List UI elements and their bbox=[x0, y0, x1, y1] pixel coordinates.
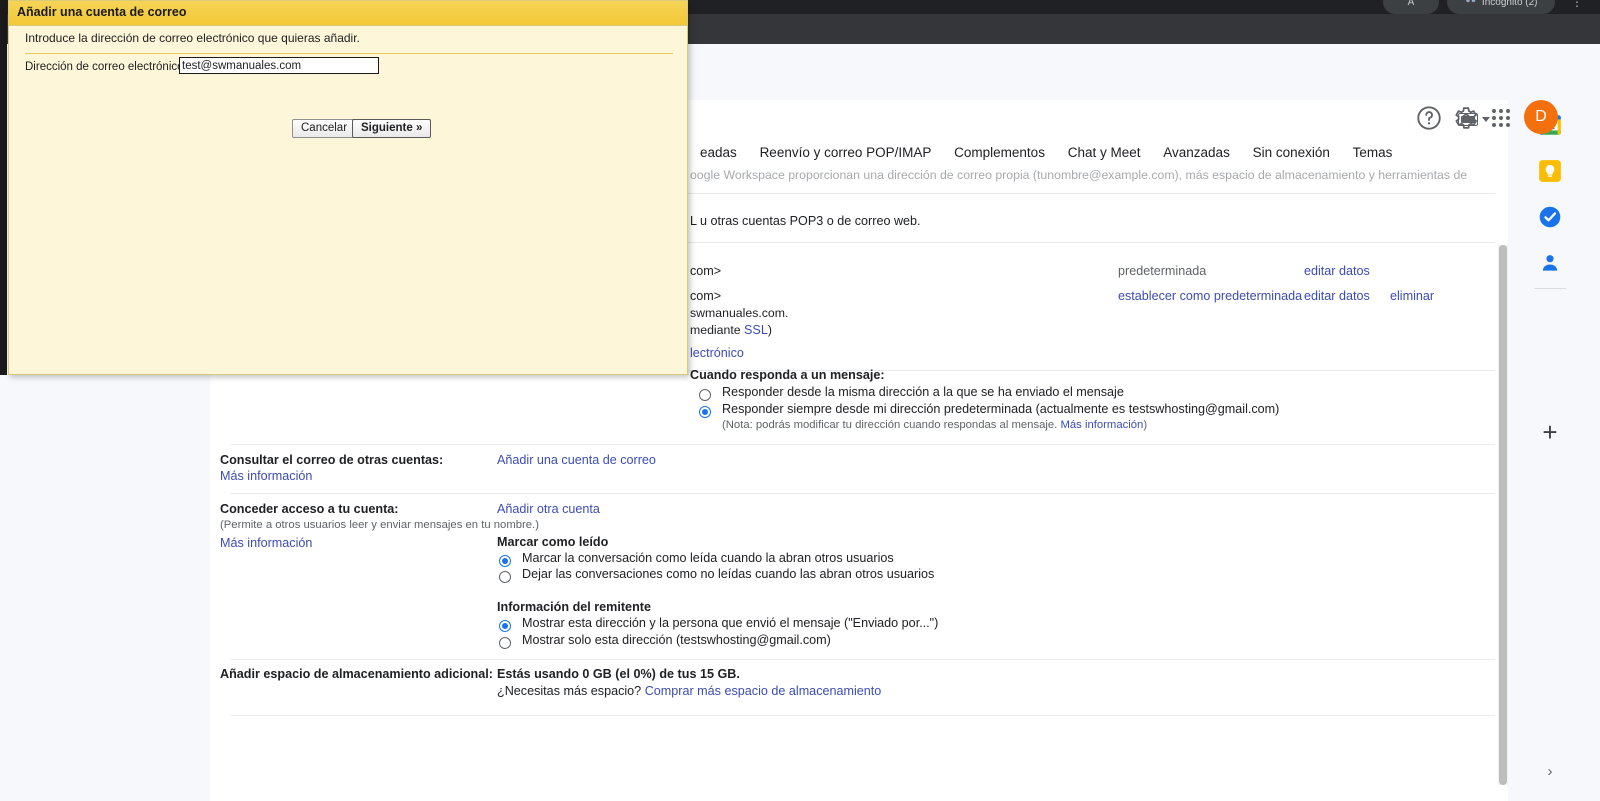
pop3-description-text: L u otras cuentas POP3 o de correo web. bbox=[690, 214, 921, 228]
tab-chat-y-meet[interactable]: Chat y Meet bbox=[1068, 142, 1141, 164]
sender-info-option-0-label[interactable]: Mostrar esta dirección y la persona que … bbox=[522, 616, 938, 630]
side-panel-expand-button[interactable]: › bbox=[1538, 760, 1562, 784]
buy-storage-link[interactable]: Comprar más espacio de almacenamiento bbox=[645, 684, 882, 698]
avatar[interactable]: D bbox=[1524, 100, 1558, 134]
mark-read-option-1-radio[interactable] bbox=[499, 571, 511, 583]
gear-icon[interactable] bbox=[1451, 104, 1479, 132]
popup-titlebar[interactable]: Añadir una cuenta de correo bbox=[9, 1, 687, 26]
side-panel-divider bbox=[1534, 288, 1566, 289]
browser-profile-pill[interactable]: A bbox=[1383, 0, 1439, 14]
tab-temas[interactable]: Temas bbox=[1353, 142, 1393, 164]
email-field-label: Dirección de correo electrónico: bbox=[25, 61, 187, 73]
grant-access-note: (Permite a otros usuarios leer y enviar … bbox=[220, 519, 539, 531]
add-another-email-link[interactable]: lectrónico bbox=[690, 346, 744, 360]
check-other-mail-more-link[interactable]: Más información bbox=[220, 469, 312, 483]
add-another-account-link[interactable]: Añadir otra cuenta bbox=[497, 502, 600, 516]
add-mail-account-popup: Añadir una cuenta de correo Introduce la… bbox=[8, 0, 688, 375]
mark-read-option-1-label[interactable]: Dejar las conversaciones como no leídas … bbox=[522, 567, 934, 581]
add-mail-account-link[interactable]: Añadir una cuenta de correo bbox=[497, 453, 656, 467]
tab-avanzadas[interactable]: Avanzadas bbox=[1163, 142, 1230, 164]
grant-access-label: Conceder acceso a tu cuenta: bbox=[220, 502, 399, 516]
tab-reenvio-pop-imap[interactable]: Reenvío y correo POP/IMAP bbox=[760, 142, 932, 164]
mark-read-heading: Marcar como leído bbox=[497, 535, 609, 549]
workspace-upsell-text: oogle Workspace proporcionan una direcci… bbox=[690, 168, 1468, 182]
reply-option-0-label[interactable]: Responder desde la misma dirección a la … bbox=[722, 385, 1124, 399]
popup-divider bbox=[25, 53, 673, 54]
tab-complementos[interactable]: Complementos bbox=[954, 142, 1045, 164]
profile-pill-label: A bbox=[1407, 0, 1415, 8]
google-keep-icon[interactable] bbox=[1537, 158, 1563, 184]
address-row-2-delete-link[interactable]: eliminar bbox=[1390, 289, 1434, 303]
mark-read-option-0-label[interactable]: Marcar la conversación como leída cuando… bbox=[522, 551, 894, 565]
address-row-1-edit-link[interactable]: editar datos bbox=[1304, 264, 1370, 278]
reply-option-1-label[interactable]: Responder siempre desde mi dirección pre… bbox=[722, 402, 1279, 416]
address-row-1-name: com> bbox=[690, 264, 722, 278]
browser-menu-icon[interactable]: ⋮ bbox=[1570, 0, 1584, 10]
popup-body: Introduce la dirección de correo electró… bbox=[9, 26, 687, 374]
google-tasks-icon[interactable] bbox=[1537, 204, 1563, 230]
apps-grid-icon[interactable] bbox=[1487, 104, 1515, 132]
reply-option-1-radio[interactable] bbox=[699, 406, 711, 418]
google-contacts-icon[interactable] bbox=[1537, 250, 1563, 276]
next-button[interactable]: Siguiente » bbox=[352, 119, 432, 138]
grant-access-more-link[interactable]: Más información bbox=[220, 536, 312, 550]
ssl-link[interactable]: SSL bbox=[744, 323, 768, 337]
storage-more-prefix: ¿Necesitas más espacio? bbox=[497, 684, 645, 698]
reply-note: (Nota: podrás modificar tu dirección cua… bbox=[722, 419, 1147, 431]
address-row-2-edit-link[interactable]: editar datos bbox=[1304, 289, 1370, 303]
reply-heading: Cuando responda a un mensaje: bbox=[690, 368, 885, 382]
storage-usage-text: Estás usando 0 GB (el 0%) de tus 15 GB. bbox=[497, 667, 740, 681]
sender-info-option-0-radio[interactable] bbox=[499, 620, 511, 632]
reply-option-0-radio[interactable] bbox=[699, 389, 711, 401]
cancel-button[interactable]: Cancelar bbox=[292, 119, 357, 138]
popup-title: Añadir una cuenta de correo bbox=[17, 5, 187, 19]
storage-more-row: ¿Necesitas más espacio? Comprar más espa… bbox=[497, 684, 881, 698]
address-row-1-status: predeterminada bbox=[1118, 264, 1207, 278]
reply-note-link[interactable]: Más información bbox=[1060, 419, 1143, 431]
address-row-2-set-default-link[interactable]: establecer como predeterminada bbox=[1118, 289, 1302, 303]
address-row-2-name: com> bbox=[690, 289, 722, 303]
reply-note-suffix: ) bbox=[1143, 419, 1148, 431]
main-scrollbar-thumb[interactable] bbox=[1499, 245, 1507, 785]
tab-etiquetas-truncated[interactable]: eadas bbox=[700, 142, 737, 164]
google-apps-side-panel: 31 + › bbox=[1508, 100, 1600, 801]
mark-read-option-0-radio[interactable] bbox=[499, 555, 511, 567]
extra-storage-label: Añadir espacio de almacenamiento adicion… bbox=[220, 667, 493, 681]
popup-instruction: Introduce la dirección de correo electró… bbox=[25, 31, 360, 45]
reply-note-prefix: (Nota: podrás modificar tu dirección cua… bbox=[722, 419, 1061, 431]
help-icon[interactable] bbox=[1415, 104, 1443, 132]
sender-info-heading: Información del remitente bbox=[497, 600, 651, 614]
address-row-2-detail-ssl: mediante SSL) bbox=[690, 323, 772, 337]
email-field[interactable] bbox=[179, 57, 379, 74]
address-row-2-detail-host: swmanuales.com. bbox=[690, 306, 789, 320]
browser-incognito-pill[interactable]: 👓 Incógnito (2) bbox=[1447, 0, 1555, 14]
address-row-2-ssl-prefix: mediante bbox=[690, 323, 745, 337]
check-other-mail-label: Consultar el correo de otras cuentas: bbox=[220, 453, 444, 467]
incognito-icon: 👓 bbox=[1464, 0, 1477, 7]
tab-sin-conexion[interactable]: Sin conexión bbox=[1253, 142, 1330, 164]
sender-info-option-1-label[interactable]: Mostrar solo esta dirección (testswhosti… bbox=[522, 633, 831, 647]
incognito-pill-label: Incógnito (2) bbox=[1481, 0, 1538, 8]
popup-window-left-edge bbox=[0, 0, 7, 375]
address-row-2-ssl-suffix: ) bbox=[767, 323, 772, 337]
settings-footer: 0 GB ocupados de 15 GB Términos · Privac… bbox=[210, 730, 1500, 801]
side-panel-add-button[interactable]: + bbox=[1535, 418, 1565, 448]
sender-info-option-1-radio[interactable] bbox=[499, 637, 511, 649]
